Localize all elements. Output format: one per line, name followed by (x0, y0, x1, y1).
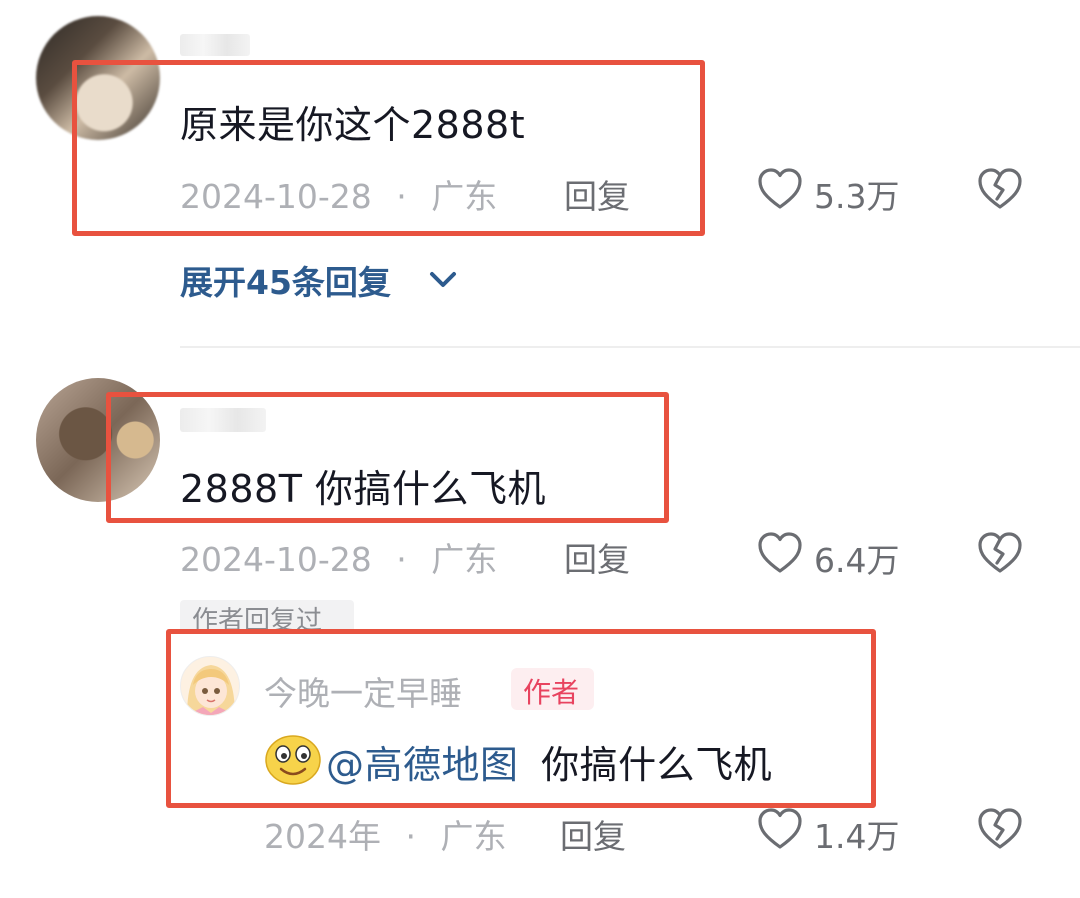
username-blurred[interactable] (180, 34, 250, 56)
like-count: 6.4万 (814, 541, 900, 580)
reply-button[interactable]: 回复 (564, 170, 630, 218)
dislike-button[interactable] (976, 166, 1024, 212)
reply-meta: 2024年 · 广东 (264, 810, 506, 858)
separator: · (396, 177, 407, 216)
anime-avatar-icon (181, 657, 239, 715)
chevron-down-icon (430, 272, 456, 287)
separator: · (405, 817, 416, 856)
comment-meta: 2024-10-28 · 广东 (180, 170, 497, 218)
like-button[interactable]: 1.4万 (756, 806, 916, 856)
comment-date: 2024-10-28 (180, 177, 372, 216)
comment-text: 2888T 你搞什么飞机 (180, 467, 546, 511)
mention-link[interactable]: @高德地图 (326, 743, 519, 787)
smile-emoji-icon (264, 733, 322, 785)
reply-date: 2024年 (264, 817, 381, 856)
dislike-button[interactable] (976, 530, 1024, 576)
comment-text: 原来是你这个2888t (180, 103, 526, 147)
author-avatar[interactable] (180, 656, 240, 716)
reply-username[interactable]: 今晚一定早睡 (264, 667, 462, 715)
author-badge-label: 作者 (523, 676, 580, 709)
divider (180, 346, 1080, 348)
author-badge: 作者 (511, 668, 594, 710)
separator: · (396, 540, 407, 579)
like-count: 5.3万 (814, 177, 900, 216)
comment-meta: 2024-10-28 · 广东 (180, 533, 497, 581)
reply-body: 你搞什么飞机 (541, 743, 773, 787)
like-count: 1.4万 (814, 817, 900, 856)
heart-outline-icon (758, 532, 802, 573)
expand-replies-label: 展开45条回复 (180, 263, 391, 302)
comment-location: 广东 (431, 540, 498, 579)
like-button[interactable]: 5.3万 (756, 166, 916, 216)
heart-outline-icon (758, 168, 802, 209)
broken-heart-icon (978, 532, 1022, 573)
reply-location: 广东 (440, 817, 507, 856)
broken-heart-icon (978, 168, 1022, 209)
heart-outline-icon (758, 808, 802, 849)
broken-heart-icon (978, 808, 1022, 849)
like-button[interactable]: 6.4万 (756, 530, 916, 580)
reply-button[interactable]: 回复 (560, 810, 626, 858)
reply-button[interactable]: 回复 (564, 533, 630, 581)
reply-text: @高德地图 你搞什么飞机 (326, 734, 772, 789)
comment-location: 广东 (431, 177, 498, 216)
comment-date: 2024-10-28 (180, 540, 372, 579)
expand-replies-button[interactable]: 展开45条回复 (180, 256, 480, 302)
dislike-button[interactable] (976, 806, 1024, 852)
